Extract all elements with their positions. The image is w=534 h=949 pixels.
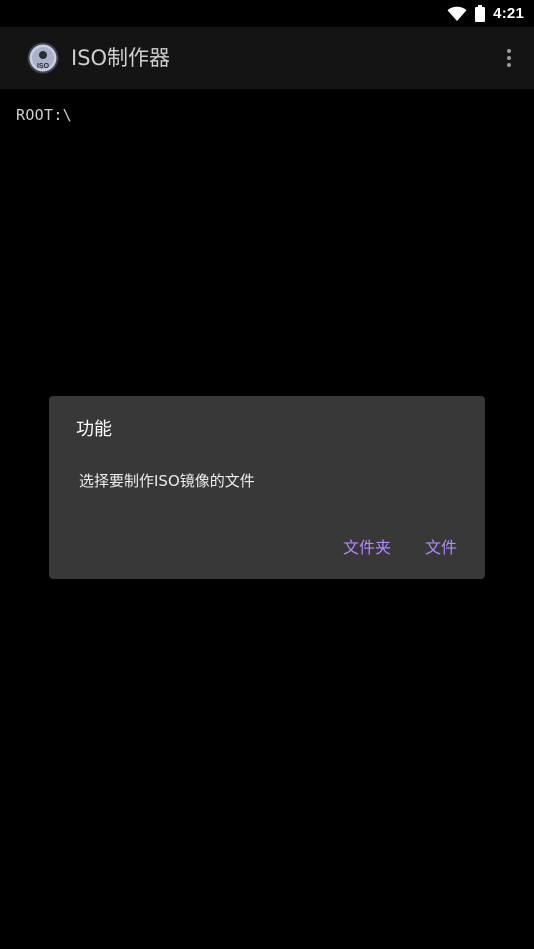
app-logo-text: ISO xyxy=(37,63,50,70)
dialog-message: 选择要制作ISO镜像的文件 xyxy=(79,472,255,490)
battery-icon xyxy=(475,5,486,22)
status-icons: 4:21 xyxy=(447,3,524,24)
current-path: ROOT:\ xyxy=(16,106,72,124)
status-time: 4:21 xyxy=(493,5,524,22)
app-bar: ISO ISO制作器 xyxy=(0,27,534,89)
app-title: ISO制作器 xyxy=(71,46,171,70)
file-button[interactable]: 文件 xyxy=(415,533,467,563)
status-bar: 4:21 xyxy=(0,0,534,27)
menu-dot xyxy=(507,63,511,67)
dialog-title: 功能 xyxy=(76,419,112,440)
wifi-icon xyxy=(447,6,467,21)
function-dialog: 功能 选择要制作ISO镜像的文件 文件夹 文件 xyxy=(49,396,485,579)
screen: 4:21 ISO ISO制作器 ROOT:\ 功能 选择要制作ISO镜像的文件 … xyxy=(0,0,534,949)
menu-dot xyxy=(507,49,511,53)
menu-dot xyxy=(507,56,511,60)
dialog-buttons: 文件夹 文件 xyxy=(333,533,467,563)
folder-button[interactable]: 文件夹 xyxy=(333,533,401,563)
app-logo-icon: ISO xyxy=(27,42,59,74)
more-vert-icon[interactable] xyxy=(498,47,520,69)
